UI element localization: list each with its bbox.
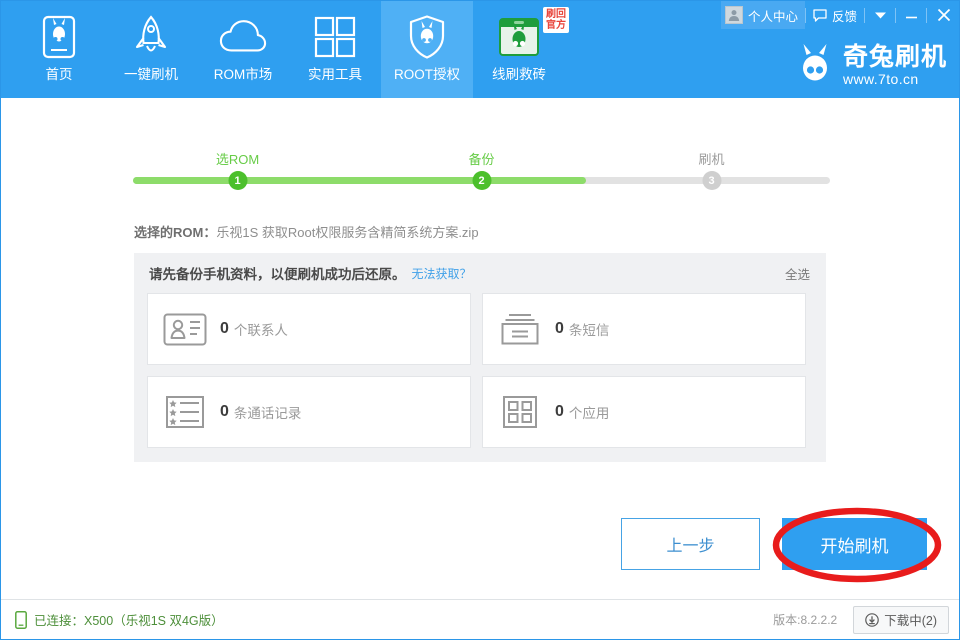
step-dot-2: 2 (472, 171, 491, 190)
start-flash-button[interactable]: 开始刷机 (782, 518, 927, 570)
phone-small-icon (15, 610, 27, 629)
nav-item-home[interactable]: 首页 (13, 1, 105, 98)
contacts-unit: 个联系人 (233, 323, 288, 338)
step-label-1: 选ROM (215, 152, 260, 167)
sms-count: 0 (555, 320, 564, 337)
app-header: 首页 一键刷机 ROM市场 实用工具 ROOT授权 刷回 官方 线刷救砖 个人中… (1, 1, 959, 98)
main-navigation: 首页 一键刷机 ROM市场 实用工具 ROOT授权 刷回 官方 线刷救砖 (13, 1, 569, 98)
selected-rom-label: 选择的ROM： (134, 225, 217, 240)
nav-item-rom-market[interactable]: ROM市场 (197, 1, 289, 98)
brand-url: www.7to.cn (842, 71, 919, 87)
brand-logo: 奇兔刷机 www.7to.cn (794, 43, 947, 88)
avatar (724, 6, 743, 24)
nav-item-root-authorize[interactable]: ROOT授权 (381, 1, 473, 98)
download-circle-icon (865, 612, 880, 627)
window-controls: 个人中心 反馈 (720, 1, 959, 29)
rocket-icon (127, 13, 175, 61)
backup-panel-header: 请先备份手机资料，以便刷机成功后还原。 无法获取？ 全选 (134, 253, 826, 293)
selected-rom-value: 乐视1S 获取Root权限服务含精简系统方案.zip (216, 225, 479, 240)
user-center-label: 个人中心 (747, 9, 798, 24)
rabbit-logo-icon (794, 43, 836, 88)
connection-status: 已连接：X500（乐视1S 双4G版） (15, 610, 224, 629)
apps-count: 0 (555, 403, 564, 420)
phone-icon (35, 13, 83, 61)
step-dot-3: 3 (702, 171, 721, 190)
step-labels: 选ROM 备份 刷机 (133, 149, 830, 169)
close-icon[interactable] (927, 1, 959, 29)
nav-label-rom-market: ROM市场 (213, 67, 273, 82)
nav-item-wired-flash[interactable]: 刷回 官方 线刷救砖 (473, 1, 569, 98)
nav-label-wired-flash: 线刷救砖 (492, 67, 546, 82)
badge-line-1: 刷回 (546, 9, 566, 20)
status-bar-right: 版本:8.2.2.2 下载中(2) (773, 605, 949, 634)
feedback-label: 反馈 (831, 9, 857, 24)
backup-card-sms[interactable]: 0 条短信 (482, 293, 806, 365)
call-log-unit: 条通话记录 (233, 406, 302, 421)
selected-rom: 选择的ROM：乐视1S 获取Root权限服务含精简系统方案.zip (134, 222, 479, 241)
backup-card-call-log[interactable]: 0 条通话记录 (147, 376, 471, 448)
feedback-icon (813, 8, 827, 22)
sms-icon (497, 310, 543, 348)
backup-card-contacts[interactable]: 0 个联系人 (147, 293, 471, 365)
apps-unit: 个应用 (568, 406, 610, 421)
user-center-button[interactable]: 个人中心 (720, 1, 805, 29)
download-label: 下载中(2) (884, 614, 937, 628)
brand-text: 奇兔刷机 www.7to.cn (842, 43, 947, 87)
badge-line-2: 官方 (546, 20, 566, 31)
nav-label-tools: 实用工具 (308, 67, 362, 82)
nav-label-home: 首页 (45, 67, 73, 82)
feedback-button[interactable]: 反馈 (806, 1, 864, 29)
connection-status-text: 已连接：X500（乐视1S 双4G版） (34, 614, 224, 628)
rabbit-box-icon (495, 13, 543, 61)
nav-item-one-key-flash[interactable]: 一键刷机 (105, 1, 197, 98)
minimize-icon[interactable] (896, 1, 926, 29)
backup-title: 请先备份手机资料，以便刷机成功后还原。 (149, 267, 406, 282)
version-label: 版本:8.2.2.2 (773, 613, 838, 627)
step-label-2: 备份 (468, 152, 495, 167)
nav-label-root-authorize: ROOT授权 (394, 67, 460, 82)
step-dot-1: 1 (228, 171, 248, 190)
chevron-down-icon[interactable] (865, 1, 895, 29)
app-window: 首页 一键刷机 ROM市场 实用工具 ROOT授权 刷回 官方 线刷救砖 个人中… (0, 0, 960, 640)
grid-icon (311, 13, 359, 61)
progress-steps: 选ROM 备份 刷机 1 2 3 (133, 149, 830, 190)
nav-label-one-key-flash: 一键刷机 (124, 67, 178, 82)
status-bar: 已连接：X500（乐视1S 双4G版） 版本:8.2.2.2 下载中(2) (1, 599, 959, 639)
contact-card-icon (162, 310, 208, 348)
cloud-icon (219, 13, 267, 61)
backup-panel: 请先备份手机资料，以便刷机成功后还原。 无法获取？ 全选 0 个联系人 0 条短… (134, 253, 826, 462)
sms-unit: 条短信 (568, 323, 610, 338)
call-log-icon (162, 393, 208, 431)
contacts-count: 0 (220, 320, 229, 337)
progress-fill (133, 177, 587, 184)
call-log-count: 0 (220, 403, 229, 420)
backup-card-apps[interactable]: 0 个应用 (482, 376, 806, 448)
nav-item-tools[interactable]: 实用工具 (289, 1, 381, 98)
backup-card-list: 0 个联系人 0 条短信 0 条通话记录 0 个应用 (134, 293, 826, 461)
select-all-button[interactable]: 全选 (785, 264, 810, 283)
step-label-3: 刷机 (698, 152, 725, 167)
download-button[interactable]: 下载中(2) (853, 605, 949, 634)
cannot-fetch-link[interactable]: 无法获取？ (412, 265, 472, 282)
apps-icon (497, 393, 543, 431)
brand-title: 奇兔刷机 (842, 43, 947, 71)
wired-flash-badge: 刷回 官方 (543, 7, 569, 33)
previous-step-button[interactable]: 上一步 (621, 518, 760, 570)
shield-rabbit-icon (403, 13, 451, 61)
